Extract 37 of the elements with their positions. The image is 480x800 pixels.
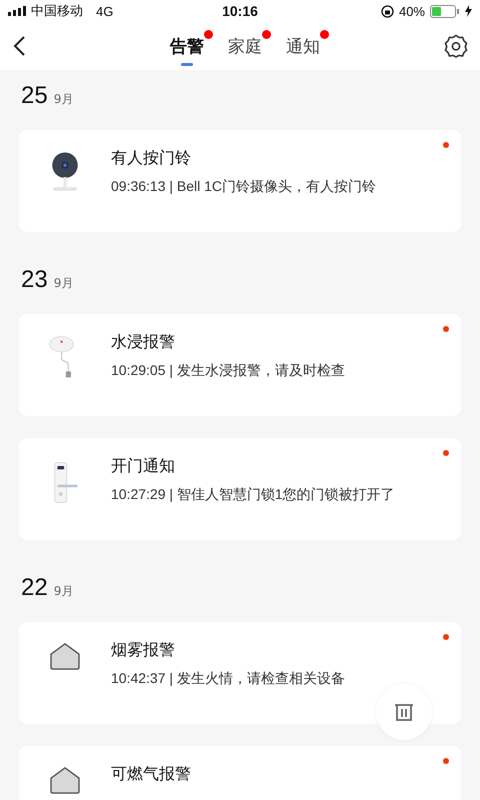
date-day: 25: [21, 82, 48, 110]
date-day: 22: [21, 574, 48, 602]
battery-percent: 40%: [398, 4, 425, 18]
alert-title: 烟雾报警: [111, 640, 176, 660]
carrier-name: 中国移动: [31, 2, 83, 20]
charging-icon: [465, 5, 472, 17]
alert-title: 可燃气报警: [111, 764, 191, 784]
alert-card[interactable]: 烟雾报警 10:42:37 | 发生火情，请检查相关设备: [19, 622, 461, 724]
date-day: 23: [21, 266, 48, 294]
alert-title: 开门通知: [111, 456, 176, 476]
alert-title: 有人按门铃: [111, 148, 192, 168]
date-month: 9月: [54, 91, 74, 108]
house-icon: [49, 766, 81, 794]
house-icon: [49, 642, 81, 670]
alert-title: 水浸报警: [111, 332, 176, 352]
alert-detail: 10:42:37 | 发生火情，请检查相关设备: [111, 670, 345, 688]
alert-card[interactable]: 开门通知 10:27:29 | 智佳人智慧门锁1您的门锁被打开了: [19, 438, 461, 540]
trash-icon: [394, 702, 414, 722]
network-type: 4G: [96, 4, 114, 18]
date-month: 9月: [54, 583, 74, 600]
settings-icon[interactable]: [444, 34, 468, 58]
tab-indicator: [181, 62, 193, 66]
alert-detail: 10:27:29 | 智佳人智慧门锁1您的门锁被打开了: [111, 486, 395, 504]
nav-tab[interactable]: 告警: [170, 26, 204, 66]
nav-tab[interactable]: 家庭: [228, 26, 262, 66]
nav-tab[interactable]: 通知: [286, 26, 320, 66]
alert-detail: 10:29:05 | 发生水浸报警，请及时检查: [111, 362, 345, 380]
date-month: 9月: [54, 275, 74, 292]
back-icon[interactable]: [12, 35, 26, 57]
alert-detail: 09:36:13 | Bell 1C门铃摄像头，有人按门铃: [111, 178, 376, 196]
rotation-lock-icon: [380, 4, 394, 18]
clock-time: 10:16: [222, 3, 258, 19]
alert-card[interactable]: 有人按门铃 09:36:13 | Bell 1C门铃摄像头，有人按门铃: [19, 130, 461, 232]
signal-icon: [8, 6, 26, 16]
battery-icon: [430, 4, 460, 18]
alert-card[interactable]: 水浸报警 10:29:05 | 发生水浸报警，请及时检查: [19, 314, 461, 416]
alert-card[interactable]: 可燃气报警: [19, 746, 461, 800]
